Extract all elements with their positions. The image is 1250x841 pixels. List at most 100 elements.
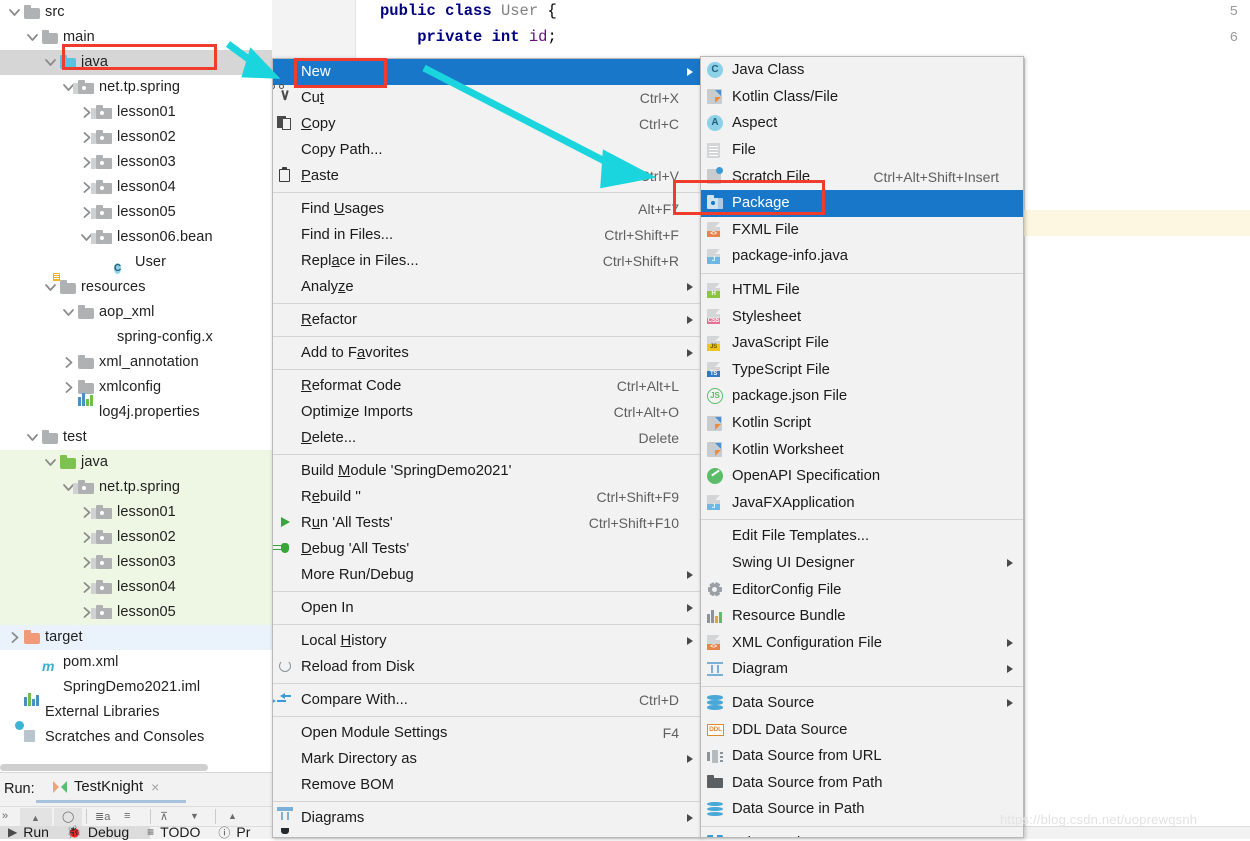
submenu-item-openapi-specification[interactable]: OpenAPI Specification xyxy=(701,463,1023,490)
submenu-item-resource-bundle[interactable]: Resource Bundle xyxy=(701,603,1023,630)
run-tab[interactable]: TestKnight × xyxy=(52,779,159,795)
tree-row[interactable]: SpringDemo2021.iml xyxy=(0,675,272,700)
tree-row[interactable]: java xyxy=(0,50,272,75)
tree-row[interactable]: lesson04 xyxy=(0,175,272,200)
menu-item-reload-from-disk[interactable]: Reload from Disk xyxy=(273,654,701,680)
tree-row[interactable]: lesson02 xyxy=(0,525,272,550)
menu-item-reformat-code[interactable]: Reformat Code Ctrl+Alt+L xyxy=(273,373,701,399)
tree-row[interactable]: m pom.xml xyxy=(0,650,272,675)
menu-item-more-run-debug[interactable]: More Run/Debug xyxy=(273,562,701,588)
submenu-item-driver-and-data-source[interactable]: Driver and Data Source xyxy=(701,830,1023,837)
menu-item-run-all-tests[interactable]: Run 'All Tests' Ctrl+Shift+F10 xyxy=(273,510,701,536)
menu-item-optimize-imports[interactable]: Optimize Imports Ctrl+Alt+O xyxy=(273,399,701,425)
code-editor-strip[interactable]: 5 6 public class User { private int id; xyxy=(272,0,1250,60)
submenu-item-scratch-file[interactable]: Scratch File Ctrl+Alt+Shift+Insert xyxy=(701,163,1023,190)
tree-row[interactable]: Scratches and Consoles xyxy=(0,720,272,750)
tree-row[interactable]: <> spring-config.x xyxy=(0,324,272,350)
tree-row[interactable]: lesson01 xyxy=(0,500,272,525)
submenu-item-javafxapplication[interactable]: J JavaFXApplication xyxy=(701,490,1023,517)
submenu-item-data-source-from-url[interactable]: Data Source from URL xyxy=(701,743,1023,770)
tree-row[interactable]: xmlconfig xyxy=(0,375,272,400)
tree-row[interactable]: lesson05 xyxy=(0,600,272,625)
tree-row[interactable]: lesson01 xyxy=(0,100,272,125)
submenu-item-typescript-file[interactable]: TS TypeScript File xyxy=(701,357,1023,384)
submenu-item-kotlin-class-file[interactable]: Kotlin Class/File xyxy=(701,84,1023,111)
menu-item-copy[interactable]: Copy Ctrl+C xyxy=(273,111,701,137)
tree-row[interactable]: java xyxy=(0,450,272,475)
tree-row[interactable]: src xyxy=(0,0,272,25)
menu-item-copy-path[interactable]: Copy Path... xyxy=(273,137,701,163)
submenu-item-diagram[interactable]: Diagram xyxy=(701,656,1023,683)
list-icon[interactable]: ≡ xyxy=(124,810,130,822)
chevron-up-icon[interactable]: ▲ xyxy=(228,811,237,821)
menu-item-cut[interactable]: Cut Ctrl+X xyxy=(273,84,701,111)
tree-row[interactable]: xml_annotation xyxy=(0,350,272,375)
submenu-item-html-file[interactable]: H HTML File xyxy=(701,277,1023,304)
soft-wrap-icon[interactable]: ≣a xyxy=(95,810,110,823)
tree-row[interactable]: lesson05 xyxy=(0,200,272,225)
tree-row[interactable]: lesson02 xyxy=(0,125,272,150)
status-bar-items[interactable]: ▶ Run 🐞 Debug ≡ TODO ⓘ Pr xyxy=(8,824,268,840)
menu-item-debug-all-tests[interactable]: Debug 'All Tests' xyxy=(273,536,701,562)
close-icon[interactable]: × xyxy=(151,779,159,795)
tree-row[interactable]: aop_xml xyxy=(0,300,272,325)
submenu-item-javascript-file[interactable]: JS JavaScript File xyxy=(701,330,1023,357)
tree-row[interactable]: net.tp.spring xyxy=(0,475,272,500)
menu-item-analyze[interactable]: Analyze xyxy=(273,274,701,300)
menu-item-diagrams[interactable]: Diagrams xyxy=(273,805,701,831)
scroll-to-top-icon[interactable]: ⊼ xyxy=(160,810,168,823)
tree-row[interactable]: main xyxy=(0,25,272,50)
menu-item-new[interactable]: New xyxy=(273,59,701,85)
tree-row[interactable]: lesson06.bean xyxy=(0,225,272,250)
menu-item-add-to-favorites[interactable]: Add to Favorites xyxy=(273,340,701,366)
project-tree[interactable]: src main java net.tp.spring lesson01 lesson02… xyxy=(0,0,272,772)
submenu-item-fxml-file[interactable]: <> FXML File xyxy=(701,217,1023,244)
tree-row[interactable]: test xyxy=(0,425,272,450)
new-submenu[interactable]: C Java Class Kotlin Class/File A Aspect File S… xyxy=(700,56,1024,838)
menu-item-mark-directory-as[interactable]: Mark Directory as xyxy=(273,746,701,772)
chevron-down-icon[interactable]: ▼ xyxy=(190,811,199,821)
submenu-item-file[interactable]: File xyxy=(701,137,1023,164)
submenu-item-edit-file-templates[interactable]: Edit File Templates... xyxy=(701,523,1023,550)
submenu-item-swing-ui-designer[interactable]: Swing UI Designer xyxy=(701,550,1023,577)
menu-item-create-gist[interactable]: Create Gist... xyxy=(273,831,701,837)
submenu-item-kotlin-script[interactable]: Kotlin Script xyxy=(701,410,1023,437)
submenu-item-aspect[interactable]: A Aspect xyxy=(701,110,1023,137)
menu-item-paste[interactable]: Paste Ctrl+V xyxy=(273,163,701,189)
menu-item-find-usages[interactable]: Find Usages Alt+F7 xyxy=(273,196,701,222)
menu-item-build-module-springdemo2021[interactable]: Build Module 'SpringDemo2021' xyxy=(273,458,701,484)
menu-item-find-in-files[interactable]: Find in Files... Ctrl+Shift+F xyxy=(273,222,701,248)
context-menu[interactable]: New Cut Ctrl+X Copy Ctrl+C Copy Path... Paste C… xyxy=(272,58,702,838)
tree-row[interactable]: External Libraries xyxy=(0,692,272,725)
menu-item-rebuild-default[interactable]: Rebuild '' Ctrl+Shift+F9 xyxy=(273,484,701,510)
menu-item-local-history[interactable]: Local History xyxy=(273,628,701,654)
tree-row[interactable]: net.tp.spring xyxy=(0,75,272,100)
tree-row[interactable]: lesson04 xyxy=(0,575,272,600)
expand-icon[interactable]: » xyxy=(2,810,8,822)
submenu-item-java-class[interactable]: C Java Class xyxy=(701,57,1023,84)
tree-row[interactable]: lesson03 xyxy=(0,550,272,575)
submenu-item-package[interactable]: Package xyxy=(701,189,1023,217)
submenu-item-data-source-from-path[interactable]: Data Source from Path xyxy=(701,769,1023,796)
submenu-item-data-source-in-path[interactable]: Data Source in Path xyxy=(701,796,1023,823)
submenu-item-kotlin-worksheet[interactable]: Kotlin Worksheet xyxy=(701,436,1023,463)
submenu-item-stylesheet[interactable]: CSS Stylesheet xyxy=(701,303,1023,330)
menu-item-replace-in-files[interactable]: Replace in Files... Ctrl+Shift+R xyxy=(273,248,701,274)
menu-item-open-module-settings[interactable]: Open Module Settings F4 xyxy=(273,720,701,746)
submenu-item-package-json-file[interactable]: JS package.json File xyxy=(701,383,1023,410)
menu-item-delete[interactable]: Delete... Delete xyxy=(273,425,701,451)
tree-horizontal-scrollbar[interactable] xyxy=(0,762,272,772)
submenu-item-package-info-java[interactable]: Jpackage-info.java xyxy=(701,243,1023,270)
menu-item-open-in[interactable]: Open In xyxy=(273,595,701,621)
tree-row[interactable]: lesson03 xyxy=(0,150,272,175)
menu-item-refactor[interactable]: Refactor xyxy=(273,307,701,333)
tree-row[interactable]: resources xyxy=(0,272,272,300)
tree-row[interactable]: log4j.properties xyxy=(0,392,272,425)
menu-item-compare-with[interactable]: Compare With... Ctrl+D xyxy=(273,687,701,713)
submenu-item-xml-configuration-file[interactable]: <> XML Configuration File xyxy=(701,629,1023,656)
menu-item-remove-bom[interactable]: Remove BOM xyxy=(273,772,701,798)
submenu-item-data-source[interactable]: Data Source xyxy=(701,690,1023,717)
submenu-item-ddl-data-source[interactable]: DDL DDL Data Source xyxy=(701,716,1023,743)
tree-row[interactable]: target xyxy=(0,625,272,650)
submenu-item-editorconfig-file[interactable]: EditorConfig File xyxy=(701,576,1023,603)
